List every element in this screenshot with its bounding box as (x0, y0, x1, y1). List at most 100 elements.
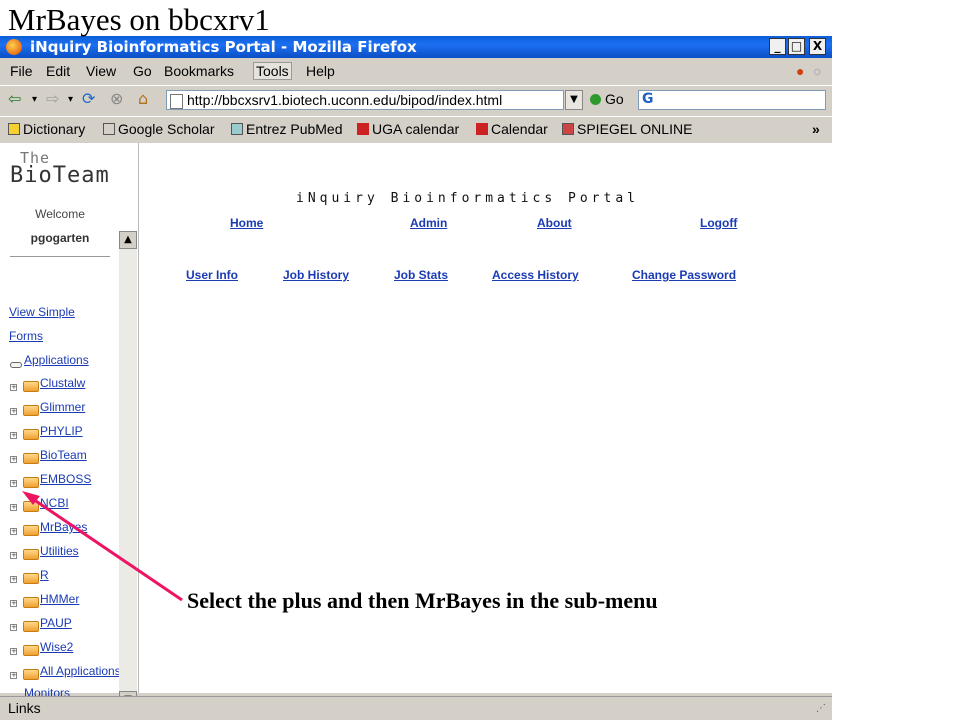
menu-file[interactable]: File (10, 63, 33, 79)
go-icon (590, 94, 601, 105)
home-link[interactable]: Home (230, 216, 263, 230)
expand-plus-icon[interactable]: + (10, 480, 17, 487)
expand-plus-icon[interactable]: + (10, 672, 17, 679)
applications-link[interactable]: Applications (24, 353, 89, 367)
tree-item-wise2[interactable]: + Wise2 (10, 640, 120, 662)
bookmarks-toolbar: Dictionary Google Scholar Entrez PubMed … (0, 116, 832, 141)
tree-item-label[interactable]: BioTeam (40, 448, 87, 462)
search-input[interactable]: G (638, 90, 826, 110)
expand-plus-icon[interactable]: + (10, 408, 17, 415)
title-bar: iNquiry Bioinformatics Portal - Mozilla … (0, 36, 832, 58)
tree-item-label[interactable]: MrBayes (40, 520, 87, 534)
scroll-up-button[interactable]: ▲ (119, 231, 137, 249)
bookmark-entrez-pubmed[interactable]: Entrez PubMed (231, 121, 343, 137)
url-dropdown-button[interactable]: ▼ (565, 90, 583, 110)
home-icon[interactable]: ⌂ (138, 89, 148, 109)
menu-help[interactable]: Help (306, 63, 335, 79)
resize-grip-icon[interactable]: ⋰ (816, 703, 826, 714)
tree-item-r[interactable]: + R (10, 568, 120, 590)
tree-item-label[interactable]: HMMer (40, 592, 79, 606)
bookmark-dictionary[interactable]: Dictionary (8, 121, 85, 137)
username-label: pgogarten (30, 231, 90, 245)
tree-item-label[interactable]: Utilities (40, 544, 79, 558)
bookmark-calendar[interactable]: Calendar (476, 121, 548, 137)
expand-plus-icon[interactable]: + (10, 432, 17, 439)
vertical-scrollbar[interactable]: ▲ ▼ (119, 231, 137, 711)
expand-plus-icon[interactable]: + (10, 456, 17, 463)
user-info-link[interactable]: User Info (186, 268, 238, 282)
close-button[interactable]: X (809, 38, 826, 55)
back-icon[interactable]: ⇦ (8, 89, 21, 109)
tree-item-mrbayes[interactable]: + MrBayes (10, 520, 120, 542)
forward-dropdown-icon[interactable]: ▾ (68, 90, 73, 110)
tree-item-label[interactable]: PAUP (40, 616, 72, 630)
window-title: iNquiry Bioinformatics Portal - Mozilla … (30, 38, 417, 56)
url-field[interactable]: http://bbcxsrv1.biotech.uconn.edu/bipod/… (166, 90, 564, 110)
menu-bookmarks[interactable]: Bookmarks (164, 63, 234, 79)
expand-plus-icon[interactable]: + (10, 384, 17, 391)
tree-item-paup[interactable]: + PAUP (10, 616, 120, 638)
maximize-button[interactable]: □ (788, 38, 805, 55)
forms-link[interactable]: Forms (9, 329, 43, 343)
expand-plus-icon[interactable]: + (10, 528, 17, 535)
admin-link[interactable]: Admin (410, 216, 447, 230)
job-history-link[interactable]: Job History (283, 268, 349, 282)
expand-plus-icon[interactable]: + (10, 552, 17, 559)
tree-item-label[interactable]: NCBI (40, 496, 69, 510)
tree-item-label[interactable]: Clustalw (40, 376, 85, 390)
tree-item-label[interactable]: All Applications (40, 664, 120, 678)
expand-plus-icon[interactable]: + (10, 576, 17, 583)
menu-tools[interactable]: Tools (253, 62, 292, 80)
left-navigation-frame: The BioTeam Welcome pgogarten View Simpl… (0, 143, 139, 720)
menu-edit[interactable]: Edit (46, 63, 70, 79)
expand-plus-icon[interactable]: + (10, 648, 17, 655)
folder-icon (23, 621, 39, 632)
folder-icon (23, 453, 39, 464)
tree-item-glimmer[interactable]: + Glimmer (10, 400, 120, 422)
menu-view[interactable]: View (86, 63, 116, 79)
navigation-toolbar: ⇦ ▾ ⇨ ▾ ⟳ ⊗ ⌂ http://bbcxsrv1.biotech.uc… (0, 85, 832, 114)
expand-plus-icon[interactable]: + (10, 504, 17, 511)
tree-item-label[interactable]: PHYLIP (40, 424, 83, 438)
change-password-link[interactable]: Change Password (632, 268, 736, 282)
folder-icon (23, 381, 39, 392)
bookmark-label: UGA calendar (372, 121, 460, 137)
tree-item-hmmer[interactable]: + HMMer (10, 592, 120, 614)
job-stats-link[interactable]: Job Stats (394, 268, 448, 282)
minimize-button[interactable]: _ (769, 38, 786, 55)
tree-item-emboss[interactable]: + EMBOSS (10, 472, 120, 494)
folder-icon (23, 597, 39, 608)
uga-icon (357, 123, 369, 135)
tree-item-utilities[interactable]: + Utilities (10, 544, 120, 566)
tree-item-clustalw[interactable]: + Clustalw (10, 376, 120, 398)
expand-plus-icon[interactable]: + (10, 600, 17, 607)
annotation-text: Select the plus and then MrBayes in the … (187, 588, 658, 613)
stop-icon[interactable]: ⊗ (110, 89, 123, 109)
about-link[interactable]: About (537, 216, 572, 230)
logoff-link[interactable]: Logoff (700, 216, 737, 230)
bookmark-google-scholar[interactable]: Google Scholar (103, 121, 215, 137)
bookmark-uga-calendar[interactable]: UGA calendar (357, 121, 459, 137)
back-dropdown-icon[interactable]: ▾ (32, 90, 37, 110)
bookmarks-overflow-button[interactable]: » (812, 121, 820, 137)
forward-icon[interactable]: ⇨ (46, 89, 59, 109)
collapse-icon[interactable] (10, 362, 22, 368)
tree-item-ncbi[interactable]: + NCBI (10, 496, 120, 518)
go-label: Go (605, 91, 624, 107)
access-history-link[interactable]: Access History (492, 268, 579, 282)
tree-item-all-applications[interactable]: + All Applications (10, 664, 120, 686)
view-simple-link[interactable]: View Simple (9, 305, 75, 319)
tree-item-label[interactable]: EMBOSS (40, 472, 91, 486)
folder-icon (23, 477, 39, 488)
go-button[interactable]: Go (590, 91, 624, 107)
expand-plus-icon[interactable]: + (10, 624, 17, 631)
menu-go[interactable]: Go (133, 63, 152, 79)
tree-item-label[interactable]: Wise2 (40, 640, 73, 654)
tree-item-phylip[interactable]: + PHYLIP (10, 424, 120, 446)
bookmark-spiegel-online[interactable]: SPIEGEL ONLINE (562, 121, 692, 137)
divider (10, 256, 110, 257)
tree-item-label[interactable]: R (40, 568, 49, 582)
tree-item-bioteam[interactable]: + BioTeam (10, 448, 120, 470)
tree-item-label[interactable]: Glimmer (40, 400, 85, 414)
reload-icon[interactable]: ⟳ (82, 89, 95, 109)
